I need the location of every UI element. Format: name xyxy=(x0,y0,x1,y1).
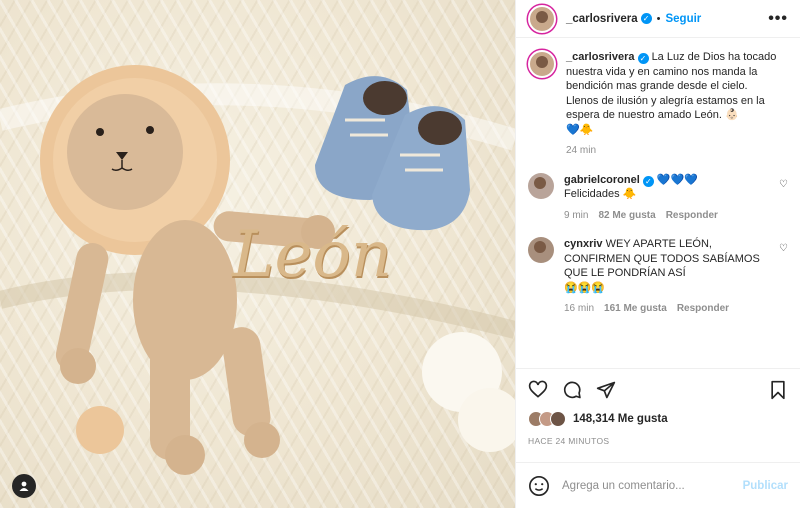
caption-username[interactable]: _carlosrivera xyxy=(566,51,635,63)
reply-button[interactable]: Responder xyxy=(677,302,729,317)
comment-username[interactable]: cynxriv xyxy=(564,238,603,250)
tagged-users-button[interactable] xyxy=(12,474,36,498)
comments-list: _carlosrivera ✓ La Luz de Dios ha tocado … xyxy=(516,38,800,368)
post-timestamp[interactable]: HACE 24 MINUTOS xyxy=(528,436,788,446)
caption-time[interactable]: 24 min xyxy=(566,144,596,159)
comment-likes[interactable]: 161 Me gusta xyxy=(604,302,667,317)
author-username[interactable]: _carlosrivera xyxy=(566,13,638,25)
likes-count[interactable]: 148,314 Me gusta xyxy=(573,413,668,425)
caption-text: La Luz de Dios ha tocado nuestra vida y … xyxy=(566,51,777,136)
list-item: cynxriv WEY APARTE LEÓN, CONFIRMEN QUE T… xyxy=(528,237,788,317)
emoji-icon[interactable] xyxy=(528,475,550,497)
avatar[interactable] xyxy=(528,237,554,263)
separator-dot: • xyxy=(656,12,661,25)
avatar[interactable] xyxy=(528,50,556,78)
comment-time[interactable]: 9 min xyxy=(564,209,588,224)
follow-button[interactable]: Seguir xyxy=(665,13,701,25)
verified-icon: ✓ xyxy=(640,13,652,24)
publish-button[interactable]: Publicar xyxy=(743,480,788,492)
avatar[interactable] xyxy=(528,4,556,33)
add-comment-bar: Publicar xyxy=(516,462,800,508)
verified-icon: ✓ xyxy=(642,175,654,187)
embroidered-name: León xyxy=(232,218,393,292)
verified-icon: ✓ xyxy=(637,53,649,64)
reply-button[interactable]: Responder xyxy=(666,209,718,224)
bookmark-icon[interactable] xyxy=(768,380,788,400)
share-icon[interactable] xyxy=(596,380,616,400)
comment-heart-icon[interactable]: ♡ xyxy=(779,179,788,224)
more-icon[interactable]: ••• xyxy=(768,10,788,28)
person-icon xyxy=(19,481,29,491)
post-sidebar: _carlosrivera ✓ • Seguir ••• _carlosrive… xyxy=(515,0,800,508)
post-photo[interactable]: León xyxy=(0,0,515,508)
comment-likes[interactable]: 82 Me gusta xyxy=(598,209,655,224)
caption: _carlosrivera ✓ La Luz de Dios ha tocado … xyxy=(528,50,788,159)
liker-avatars xyxy=(528,411,566,427)
heart-icon[interactable] xyxy=(528,380,548,400)
post-header: _carlosrivera ✓ • Seguir ••• xyxy=(516,0,800,38)
comment-heart-icon[interactable]: ♡ xyxy=(779,243,788,317)
comment-input[interactable] xyxy=(562,479,731,492)
avatar[interactable] xyxy=(528,172,554,199)
list-item: gabrielcoronel ✓ 💙💙💙 Felicidades 🐥 9 min … xyxy=(528,172,788,224)
comment-time[interactable]: 16 min xyxy=(564,302,594,317)
comment-username[interactable]: gabrielcoronel xyxy=(564,174,640,186)
post-actions: 148,314 Me gusta HACE 24 MINUTOS xyxy=(516,368,800,446)
comment-icon[interactable] xyxy=(562,380,582,400)
